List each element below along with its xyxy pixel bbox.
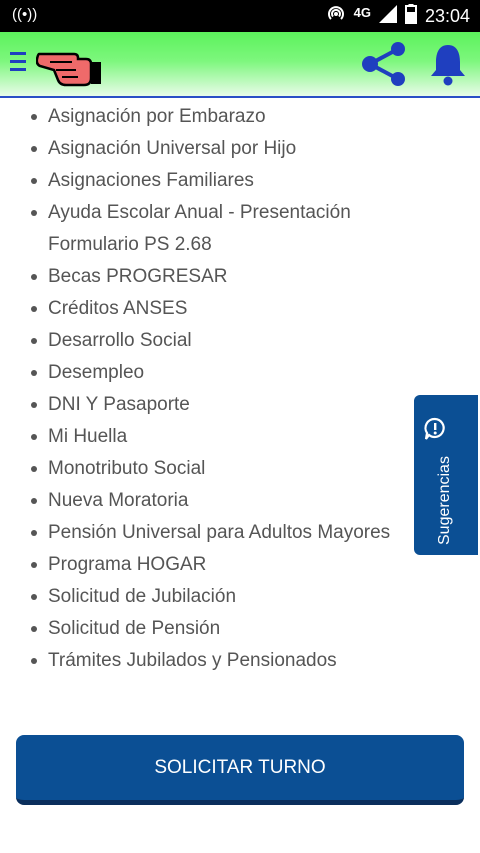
suggestions-label: Sugerencias: [436, 456, 453, 545]
list-item[interactable]: DNI Y Pasaporte: [0, 389, 480, 421]
network-type: 4G: [353, 4, 371, 20]
list-item[interactable]: Solicitud de Pensión: [0, 613, 480, 645]
broadcast-icon: ((•)): [12, 6, 38, 23]
list-item[interactable]: Asignación Universal por Hijo: [0, 133, 480, 165]
list-item[interactable]: Becas PROGRESAR: [0, 261, 480, 293]
list-item[interactable]: Solicitud de Jubilación: [0, 581, 480, 613]
topic-list: Asignación por Embarazo Asignación Unive…: [0, 101, 480, 677]
list-item[interactable]: Nueva Moratoria: [0, 485, 480, 517]
battery-icon: [404, 3, 417, 29]
list-item[interactable]: Mi Huella: [0, 421, 480, 453]
notification-bell-icon[interactable]: [428, 42, 468, 91]
list-item[interactable]: Monotributo Social: [0, 453, 480, 485]
list-item[interactable]: Ayuda Escolar Anual - Presentación Formu…: [0, 197, 480, 261]
status-bar: ((•)) 4G 23:04: [0, 0, 480, 32]
list-item[interactable]: Pensión Universal para Adultos Mayores: [0, 517, 480, 549]
list-item[interactable]: Asignaciones Familiares: [0, 165, 480, 197]
hotspot-icon: [326, 4, 346, 29]
list-item[interactable]: Desarrollo Social: [0, 325, 480, 357]
app-bar: [0, 32, 480, 98]
list-item[interactable]: Trámites Jubilados y Pensionados: [0, 645, 480, 677]
signal-icon: [378, 4, 397, 28]
chat-info-icon: [424, 417, 446, 446]
list-item[interactable]: Asignación por Embarazo: [0, 101, 480, 133]
suggestions-tab[interactable]: Sugerencias: [414, 395, 478, 555]
solicitar-turno-button[interactable]: SOLICITAR TURNO: [16, 735, 464, 805]
share-icon[interactable]: [360, 41, 408, 92]
hamburger-menu-icon[interactable]: [10, 52, 26, 76]
pointing-hand-icon: [35, 40, 104, 93]
list-item[interactable]: Desempleo: [0, 357, 480, 389]
list-item[interactable]: Programa HOGAR: [0, 549, 480, 581]
clock-time: 23:04: [424, 5, 470, 26]
list-item[interactable]: Créditos ANSES: [0, 293, 480, 325]
